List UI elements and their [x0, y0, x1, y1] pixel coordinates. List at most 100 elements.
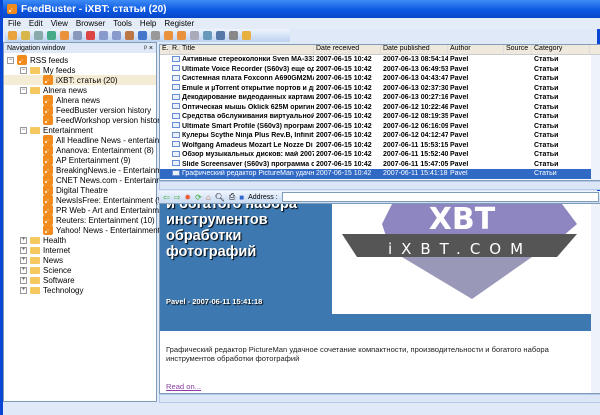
- table-row[interactable]: Ultimate Smart Profile (S60v3) программа…: [160, 122, 600, 132]
- toolbar-button-icon[interactable]: [21, 31, 30, 40]
- toolbar-button-icon[interactable]: [151, 31, 160, 40]
- column-header[interactable]: Source: [504, 45, 532, 54]
- tree-item[interactable]: Digital Theatre: [4, 185, 156, 195]
- close-icon[interactable]: ×: [149, 45, 153, 52]
- tree-item[interactable]: + News: [4, 255, 156, 265]
- toolbar-button-icon[interactable]: [203, 31, 212, 40]
- article-horizontal-scrollbar[interactable]: [159, 394, 600, 403]
- expand-icon[interactable]: +: [20, 286, 27, 294]
- tree-item[interactable]: Yahoo! News - Entertainment: [4, 225, 160, 235]
- save-icon[interactable]: ■: [239, 193, 244, 202]
- table-row[interactable]: Ultimate Voice Recorder (S60v3) еще одн.…: [160, 65, 600, 75]
- table-row[interactable]: Оптическая мышь Oklick 625M оригиналь...…: [160, 103, 600, 113]
- toolbar-button-icon[interactable]: [242, 31, 251, 40]
- tree-item[interactable]: Alnera news: [4, 95, 156, 105]
- tree-item[interactable]: − My feeds: [4, 65, 156, 75]
- column-header[interactable]: R..: [170, 45, 180, 54]
- tree-item[interactable]: + Science: [4, 265, 156, 275]
- toolbar-button-icon[interactable]: [8, 31, 17, 40]
- article-vertical-scrollbar[interactable]: [591, 204, 600, 393]
- toolbar-button-icon[interactable]: [125, 31, 134, 40]
- table-row[interactable]: Emule и µTorrent открытие портов и дру..…: [160, 84, 600, 94]
- list-vertical-scrollbar[interactable]: [591, 55, 600, 180]
- pin-icon[interactable]: ᵖ: [144, 45, 147, 52]
- toolbar-button-icon[interactable]: [34, 31, 43, 40]
- menu-view[interactable]: View: [51, 19, 68, 28]
- list-horizontal-scrollbar[interactable]: [159, 181, 600, 190]
- table-row[interactable]: Средства обслуживания виртуальной и... 20…: [160, 112, 600, 122]
- table-row[interactable]: Графический редактор PictureMan удачное …: [160, 169, 600, 179]
- tree-item[interactable]: PR Web - Art and Entertainment: [4, 205, 170, 215]
- tree-item[interactable]: + Internet: [4, 245, 156, 255]
- menu-edit[interactable]: Edit: [29, 19, 43, 28]
- tree-item[interactable]: + Software: [4, 275, 156, 285]
- expand-icon[interactable]: +: [20, 276, 27, 284]
- toolbar-button-icon[interactable]: [190, 31, 199, 40]
- expand-icon[interactable]: +: [20, 266, 27, 274]
- column-header[interactable]: Date received: [314, 45, 381, 54]
- nav-title: Navigation window: [7, 44, 66, 52]
- table-row[interactable]: Обзор музыкальных дисков: май 2007 го...…: [160, 150, 600, 160]
- tree-item[interactable]: All Headline News - entertainment: [4, 135, 177, 145]
- column-header[interactable]: Author: [448, 45, 504, 54]
- collapse-icon[interactable]: −: [20, 86, 27, 94]
- tree-item[interactable]: NewsIsFree: Entertainment (51): [4, 195, 169, 205]
- address-input[interactable]: [281, 192, 599, 202]
- back-icon[interactable]: ⇦: [163, 193, 170, 202]
- expand-icon[interactable]: +: [20, 236, 27, 244]
- tree-item[interactable]: iXBT: статьи (20): [4, 75, 156, 85]
- envelope-icon: [172, 103, 180, 110]
- read-on-link[interactable]: Read on...: [166, 382, 201, 391]
- tree-item[interactable]: Reuters: Entertainment (10): [4, 215, 156, 225]
- toolbar-button-icon[interactable]: [47, 31, 56, 40]
- toolbar-button-icon[interactable]: [86, 31, 95, 40]
- toolbar-button-icon[interactable]: [138, 31, 147, 40]
- toolbar-button-icon[interactable]: [177, 31, 186, 40]
- column-header[interactable]: Title: [180, 45, 314, 54]
- collapse-icon[interactable]: −: [20, 66, 27, 74]
- refresh-icon[interactable]: ⟳: [195, 193, 202, 202]
- forward-icon[interactable]: ⇨: [174, 193, 181, 202]
- column-header[interactable]: Date published: [381, 45, 448, 54]
- toolbar-button-icon[interactable]: [229, 31, 238, 40]
- table-row[interactable]: Декодирование видеоданных картами A...20…: [160, 93, 600, 103]
- tree-item[interactable]: − Entertainment: [4, 125, 156, 135]
- toolbar-button-icon[interactable]: [112, 31, 121, 40]
- expand-icon[interactable]: +: [20, 246, 27, 254]
- tree-item[interactable]: AP Entertainment (9): [4, 155, 156, 165]
- collapse-icon[interactable]: −: [20, 126, 27, 134]
- home-icon[interactable]: ⌂: [206, 193, 211, 202]
- column-header[interactable]: E..: [160, 45, 170, 54]
- menu-tools[interactable]: Tools: [113, 19, 132, 28]
- toolbar-button-icon[interactable]: [73, 31, 82, 40]
- toolbar-button-icon[interactable]: [99, 31, 108, 40]
- tree-item[interactable]: − Alnera news: [4, 85, 156, 95]
- menu-help[interactable]: Help: [140, 19, 156, 28]
- print-icon[interactable]: ⎙: [229, 192, 235, 202]
- toolbar-button-icon[interactable]: [216, 31, 225, 40]
- toolbar-button-icon[interactable]: [164, 31, 173, 40]
- tree-item[interactable]: Ananova: Entertainment (8): [4, 145, 156, 155]
- search-icon[interactable]: 🔍︎: [215, 193, 225, 202]
- table-row[interactable]: Системная плата Foxconn A690GM2MA-8...20…: [160, 74, 600, 84]
- tree-item[interactable]: FeedBuster version history: [4, 105, 156, 115]
- menu-file[interactable]: File: [8, 19, 21, 28]
- table-row[interactable]: Кулеры Scythe Ninja Plus Rev.B, Infinity…: [160, 131, 600, 141]
- toolbar-button-icon[interactable]: [60, 31, 69, 40]
- menu-browser[interactable]: Browser: [76, 19, 105, 28]
- tree-item[interactable]: + Technology: [4, 285, 156, 295]
- tree-item[interactable]: BreakingNews.ie - Entertainment: [4, 165, 173, 175]
- stop-icon[interactable]: ✹: [184, 193, 191, 202]
- expand-icon[interactable]: +: [20, 256, 27, 264]
- column-header[interactable]: Category: [532, 45, 590, 54]
- collapse-icon[interactable]: −: [7, 56, 14, 64]
- menu-register[interactable]: Register: [164, 19, 194, 28]
- tree-item-label: Alnera news: [56, 95, 101, 105]
- tree-item[interactable]: CNET News.com - Entertainment: [4, 175, 174, 185]
- table-row[interactable]: Slide Screensaver (S60v3) программа скр.…: [160, 160, 600, 170]
- table-row[interactable]: Активные стереоколонки Sven MA-333 т... 2…: [160, 55, 600, 65]
- tree-item[interactable]: − RSS feeds: [4, 55, 156, 65]
- tree-item[interactable]: FeedWorkshop version history: [4, 115, 164, 125]
- tree-item[interactable]: + Health: [4, 235, 156, 245]
- table-row[interactable]: Wolfgang Amadeus Mozart Le Nozze Di Fi..…: [160, 141, 600, 151]
